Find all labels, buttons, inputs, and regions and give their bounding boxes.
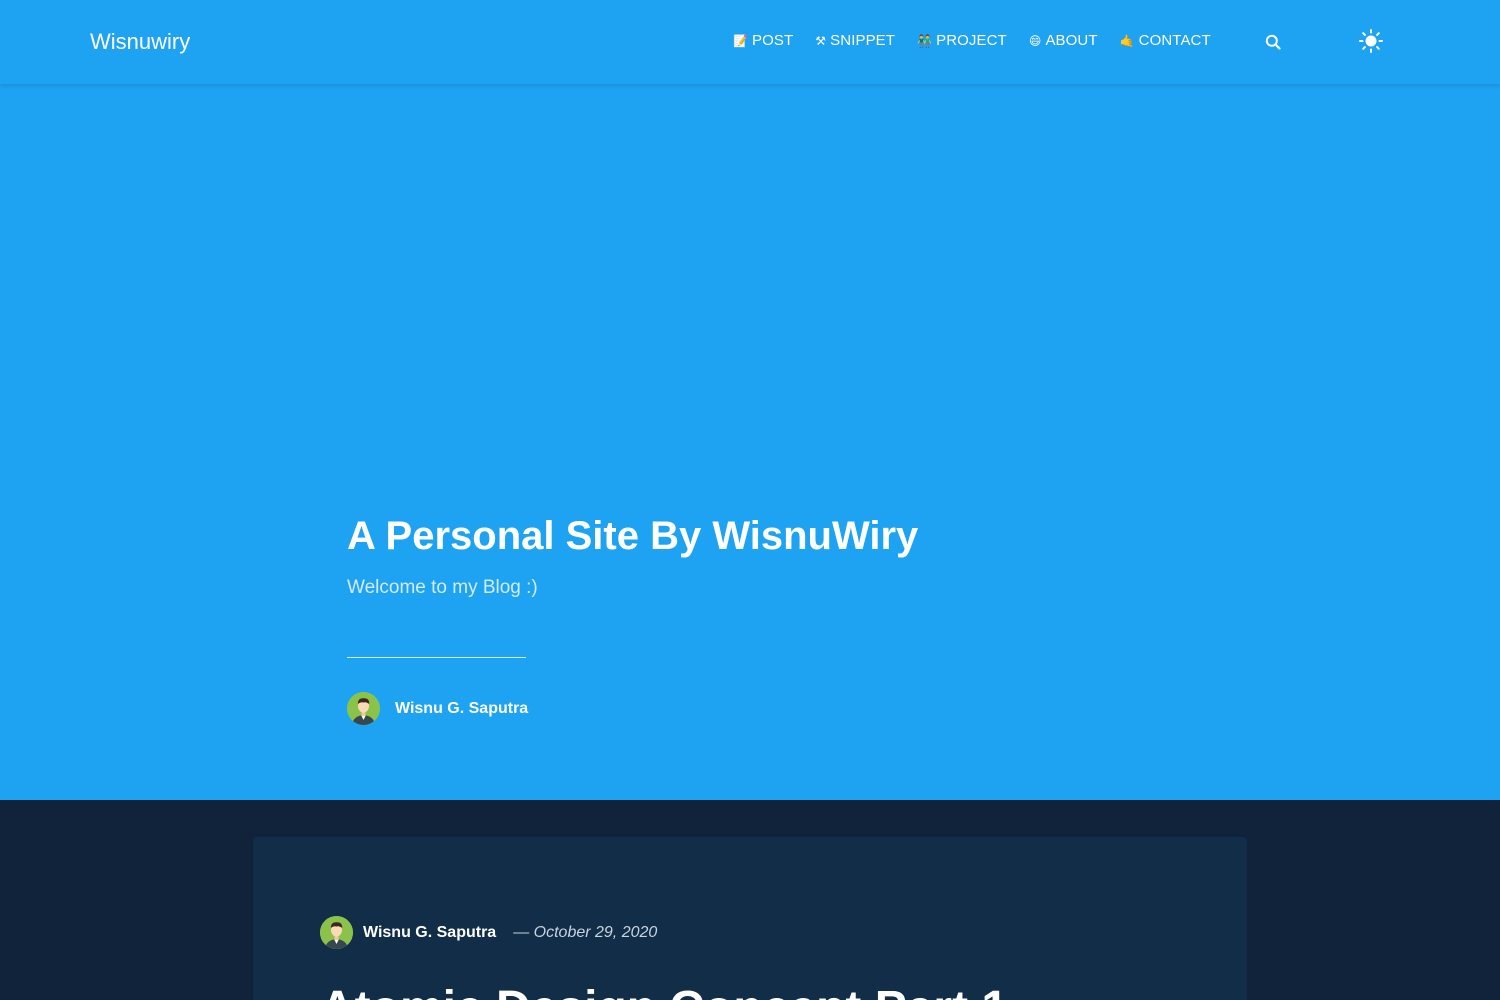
navbar: Wisnuwiry 📝 POST ⚒ SNIPPET 👬 PROJECT 😄 A… — [0, 0, 1500, 84]
smile-icon: 😄 — [1028, 34, 1042, 48]
avatar[interactable] — [320, 916, 353, 949]
post-card[interactable]: Wisnu G. Saputra — October 29, 2020 Atom… — [253, 837, 1247, 1000]
hero-divider — [347, 657, 526, 658]
post-date: — October 29, 2020 — [513, 923, 658, 941]
avatar-icon — [320, 916, 353, 949]
hero-author: Wisnu G. Saputra — [347, 692, 528, 725]
nav-item-about[interactable]: 😄 ABOUT — [1029, 32, 1098, 50]
nav-item-label: PROJECT — [936, 32, 1007, 49]
site-brand-link[interactable]: Wisnuwiry — [90, 28, 190, 56]
nav-item-project[interactable]: 👬 PROJECT — [917, 32, 1007, 50]
author-name[interactable]: Wisnu G. Saputra — [395, 699, 528, 719]
hero-section: A Personal Site By WisnuWiry Welcome to … — [0, 84, 1500, 800]
post-author-name[interactable]: Wisnu G. Saputra — [363, 923, 496, 943]
theme-toggle-button[interactable] — [1358, 28, 1384, 54]
sun-icon — [1359, 29, 1383, 53]
avatar[interactable] — [347, 692, 380, 725]
main-menu: 📝 POST ⚒ SNIPPET 👬 PROJECT 😄 ABOUT 🤙 CON… — [733, 32, 1211, 50]
nav-item-label: SNIPPET — [830, 32, 896, 49]
post-title[interactable]: Atomic Design Concept Part 1 — [320, 981, 1008, 1000]
nav-item-label: POST — [752, 32, 794, 49]
post-meta: Wisnu G. Saputra — October 29, 2020 — [320, 916, 657, 949]
avatar-icon — [347, 692, 380, 725]
hero-subtitle: Welcome to my Blog :) — [347, 577, 538, 598]
nav-item-label: CONTACT — [1138, 32, 1211, 49]
nav-item-contact[interactable]: 🤙 CONTACT — [1120, 32, 1211, 50]
two-people-icon: 👬 — [917, 34, 933, 48]
search-icon — [1265, 34, 1281, 50]
memo-icon: 📝 — [733, 34, 749, 48]
nav-item-label: ABOUT — [1045, 32, 1098, 49]
call-me-hand-icon: 🤙 — [1119, 34, 1135, 48]
hammer-pick-icon: ⚒ — [815, 34, 827, 48]
hero-title: A Personal Site By WisnuWiry — [347, 514, 919, 558]
nav-item-post[interactable]: 📝 POST — [733, 32, 793, 50]
search-button[interactable] — [1262, 31, 1284, 53]
nav-item-snippet[interactable]: ⚒ SNIPPET — [815, 32, 895, 50]
